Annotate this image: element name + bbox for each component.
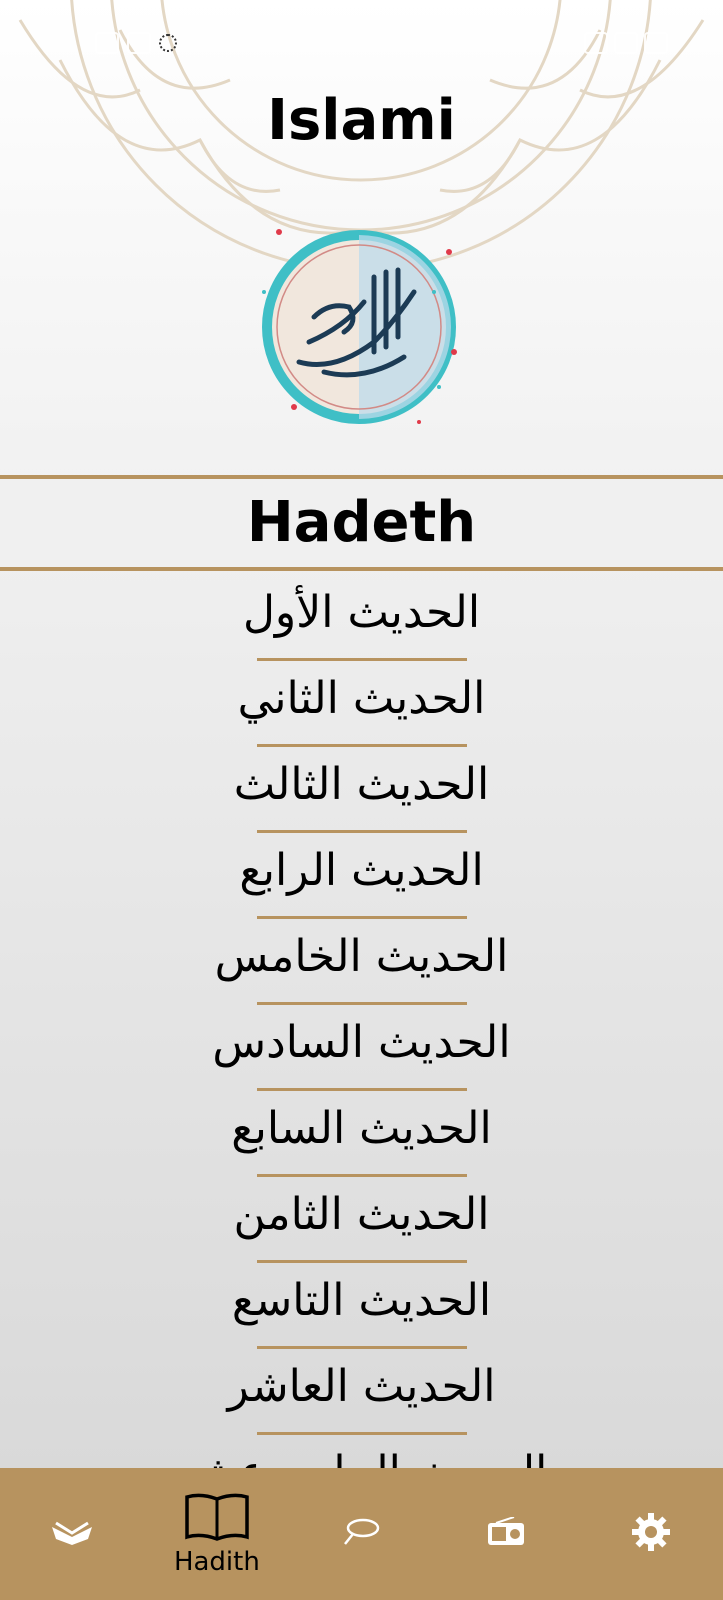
hadith-title: الحديث الثامن (233, 1189, 490, 1240)
nav-item-radio[interactable] (434, 1468, 579, 1600)
hadith-title: الحديث الثالث (233, 759, 490, 810)
hadith-list[interactable]: الحديث الأول الحديث الثاني الحديث الثالث… (0, 575, 723, 1468)
list-item[interactable]: الحديث التاسع (0, 1263, 723, 1349)
hadith-title: الحديث السابع (231, 1103, 492, 1154)
hadith-title: الحديث الثاني (237, 673, 486, 724)
list-item[interactable]: الحديث الرابع (0, 833, 723, 919)
hadith-title: الحديث الحادي عشر (0, 1435, 723, 1468)
hadith-title: الحديث التاسع (231, 1275, 492, 1326)
nav-label: Hadith (173, 1547, 260, 1577)
app-notification-icon (127, 32, 151, 54)
sebha-icon (344, 1518, 380, 1545)
list-item[interactable]: الحديث السادس (0, 1005, 723, 1091)
status-right-icons (584, 32, 668, 54)
battery-icon (644, 32, 668, 54)
hadith-title: الحديث الرابع (239, 845, 484, 896)
list-item[interactable]: الحديث الخامس (0, 919, 723, 1005)
list-item[interactable]: الحديث السابع (0, 1091, 723, 1177)
list-item[interactable]: الحديث العاشر (0, 1349, 723, 1435)
bottom-nav: Hadith (0, 1468, 723, 1600)
nav-item-hadith[interactable]: Hadith (145, 1468, 290, 1600)
hadith-title: الحديث الخامس (214, 931, 509, 982)
bismillah-logo (262, 229, 457, 424)
list-item[interactable]: الحديث الحادي عشر (0, 1435, 723, 1468)
app-title: Islami (267, 88, 456, 153)
signal-icon (584, 32, 608, 54)
wifi-icon (614, 32, 638, 54)
nav-item-settings[interactable] (578, 1468, 723, 1600)
status-bar (0, 0, 723, 80)
sync-icon (159, 34, 177, 52)
notification-icon (95, 32, 119, 54)
list-item[interactable]: الحديث الأول (0, 575, 723, 661)
radio-icon (488, 1517, 525, 1545)
hadith-title: الحديث العاشر (227, 1361, 496, 1412)
section-title: Hadeth (246, 490, 477, 555)
section-header: Hadeth (0, 475, 723, 571)
nav-item-quran[interactable] (0, 1468, 145, 1600)
list-item[interactable]: الحديث الثاني (0, 661, 723, 747)
list-item[interactable]: الحديث الثامن (0, 1177, 723, 1263)
book-open-icon (185, 1493, 249, 1541)
hadith-title: الحديث الأول (242, 587, 481, 638)
hadith-title: الحديث السادس (212, 1017, 511, 1068)
status-left-icons (95, 32, 177, 54)
list-item[interactable]: الحديث الثالث (0, 747, 723, 833)
quran-icon (52, 1521, 93, 1545)
gear-icon (631, 1513, 670, 1551)
nav-item-sebha[interactable] (289, 1468, 434, 1600)
